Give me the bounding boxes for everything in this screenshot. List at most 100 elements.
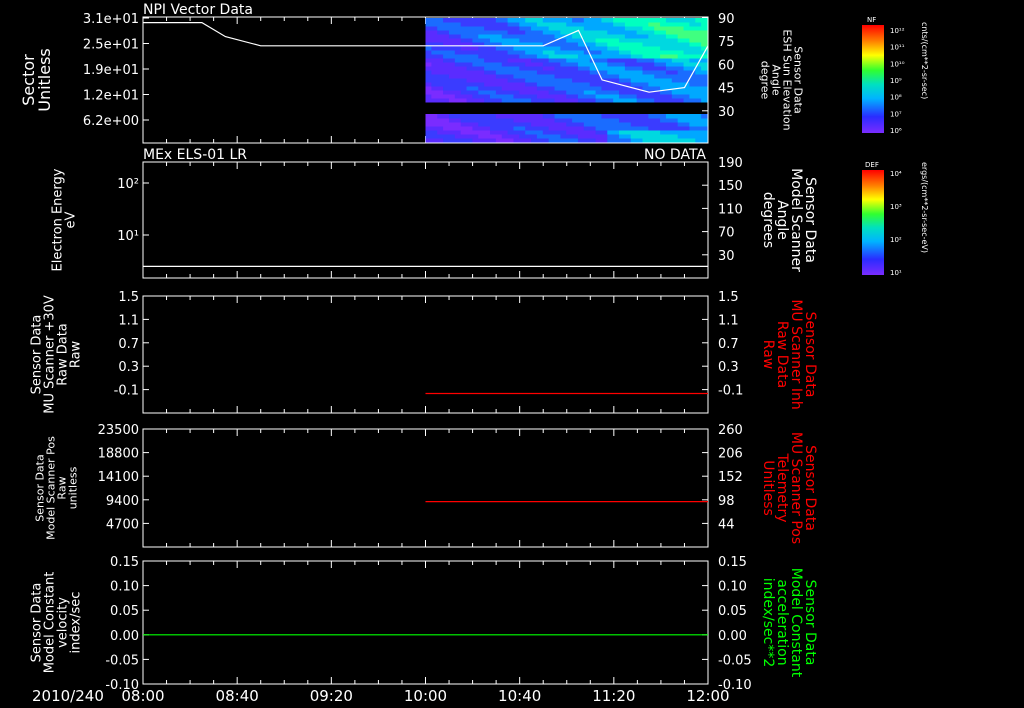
heatmap-cell [654,70,661,75]
left-axis-label-line: Raw [69,340,84,368]
heatmap-cell [466,82,473,87]
heatmap-cell [660,34,667,39]
heatmap-cell [665,58,673,63]
heatmap-cell [636,82,643,87]
heatmap-cell [431,18,438,23]
heatmap-cell [466,114,473,119]
heatmap-cell [648,82,655,87]
heatmap-cell [654,26,661,31]
heatmap-cell [577,46,585,51]
heatmap-cell [595,38,602,43]
heatmap-cell [595,18,602,23]
heatmap-cell [560,94,567,99]
heatmap-cell [619,78,626,83]
heatmap-cell [636,38,643,43]
heatmap-cell [636,46,643,51]
heatmap-cell [648,118,655,123]
heatmap-cell [454,122,462,127]
heatmap-cell [507,34,514,39]
heatmap-cell [619,118,626,123]
heatmap-cell [431,138,438,143]
heatmap-cell [536,94,544,99]
heatmap-cell [642,130,649,135]
heatmap-cell [630,42,638,47]
heatmap-cell [507,118,514,123]
heatmap-cell [583,78,591,83]
heatmap-cell [613,50,620,55]
heatmap-cell [536,86,544,91]
heatmap-cell [607,90,614,95]
heatmap-cell [542,114,550,119]
heatmap-cell [689,126,696,131]
heatmap-cell [460,66,468,71]
heatmap-cell [472,134,479,139]
heatmap-cell [466,30,473,35]
heatmap-cell [683,22,690,27]
heatmap-cell [695,134,702,139]
heatmap-cell [583,86,591,91]
heatmap-cell [689,46,696,51]
heatmap-cell [478,50,485,55]
heatmap-cell [507,122,514,127]
heatmap-cell [536,50,544,55]
heatmap-cell [472,38,479,43]
heatmap-cell [677,62,685,67]
heatmap-cell [437,70,444,75]
heatmap-cell [513,134,520,139]
heatmap-cell [431,22,438,27]
heatmap-cell [583,122,591,127]
heatmap-cell [595,138,602,143]
heatmap-cell [607,62,614,67]
heatmap-cell [490,130,497,135]
heatmap-cell [513,66,520,71]
heatmap-cell [566,58,573,63]
heatmap-cell [501,134,509,139]
heatmap-cell [513,82,520,87]
heatmap-cell [513,70,520,75]
heatmap-cell [437,122,444,127]
heatmap-cell [636,22,643,27]
heatmap-cell [613,138,620,143]
heatmap-cell [501,18,509,23]
heatmap-cell [525,82,532,87]
heatmap-cell [443,114,450,119]
heatmap-cell [525,38,532,43]
heatmap-cell [665,90,673,95]
heatmap-cell [437,46,444,51]
heatmap-cell [501,70,509,75]
heatmap-cell [624,30,632,35]
heatmap-cell [701,134,708,139]
heatmap-cell [601,126,608,131]
heatmap-cell [613,66,620,71]
heatmap-cell [560,74,567,79]
heatmap-cell [695,38,702,43]
heatmap-cell [630,122,638,127]
heatmap-cell [636,54,643,59]
heatmap-cell [660,122,667,127]
heatmap-cell [648,94,655,99]
heatmap-cell [454,62,462,67]
colorbar-tick-label: 10⁶ [890,127,902,135]
heatmap-cell [677,74,685,79]
heatmap-cell [642,126,649,131]
heatmap-cell [619,54,626,59]
heatmap-cell [525,98,532,103]
heatmap-cell [513,30,520,35]
heatmap-cell [601,90,608,95]
colorbar-els-bar [862,170,884,275]
left-axis-label: SectorUnitless [19,48,54,112]
heatmap-cell [630,26,638,31]
heatmap-cell [542,126,550,131]
heatmap-cell [619,122,626,127]
heatmap-cell [607,98,614,103]
heatmap-cell [607,34,614,39]
left-tick-label: 10¹ [117,229,139,244]
heatmap-cell [577,126,585,131]
heatmap-cell [454,90,462,95]
heatmap-cell [472,98,479,103]
heatmap-cell [577,130,585,135]
heatmap-cell [642,74,649,79]
heatmap-cell [701,98,708,103]
heatmap-cell [548,82,556,87]
heatmap-cell [683,54,690,59]
